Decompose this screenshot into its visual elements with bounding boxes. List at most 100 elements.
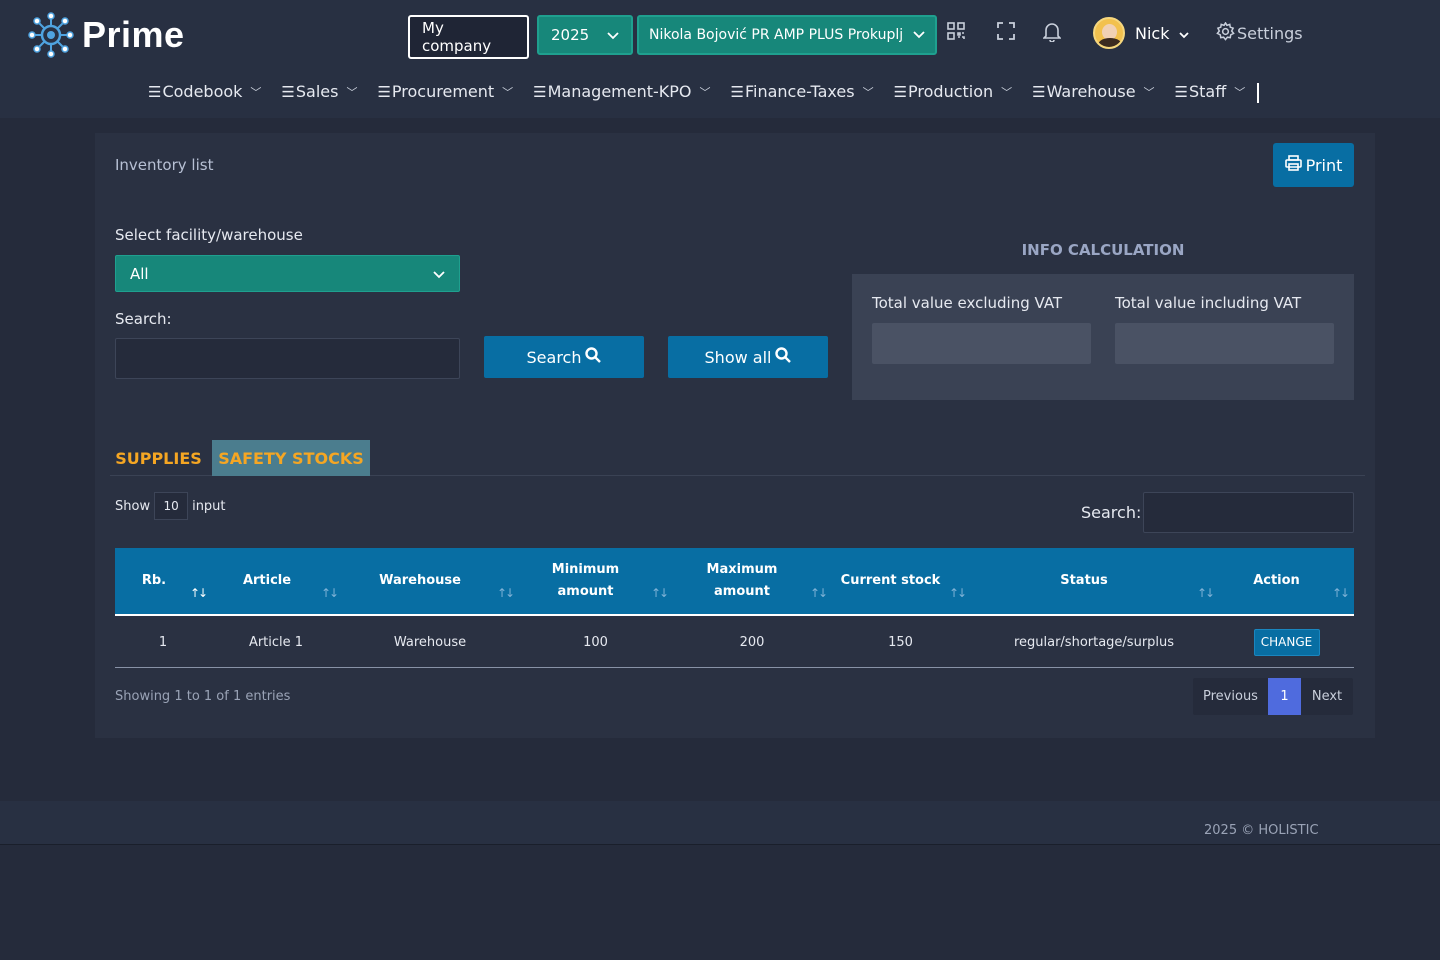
pagination-previous[interactable]: Previous xyxy=(1193,678,1268,715)
page-size-select[interactable]: 10 xyxy=(154,492,189,520)
sort-icon[interactable]: ↑↓ xyxy=(321,586,339,600)
menu-list-icon: ☰ xyxy=(730,82,744,101)
settings-link[interactable]: Settings xyxy=(1216,21,1303,45)
cell-minimum-amount: 100 xyxy=(583,634,608,650)
chevron-down-icon: ﹀ xyxy=(346,85,358,99)
sort-icon[interactable]: ↑↓ xyxy=(651,586,669,600)
cell-rb: 1 xyxy=(158,634,168,650)
print-button[interactable]: Print xyxy=(1273,143,1354,187)
bell-icon[interactable] xyxy=(1042,22,1062,47)
chevron-down-icon xyxy=(1179,24,1190,43)
sort-icon[interactable]: ↑↓ xyxy=(1332,586,1350,600)
menu-list-icon: ☰ xyxy=(1032,82,1046,101)
nav-item-warehouse[interactable]: ☰ Warehouse ﹀ xyxy=(1032,80,1154,103)
nav-item-management-kpo[interactable]: ☰ Management-KPO ﹀ xyxy=(533,80,710,103)
chevron-down-icon xyxy=(433,265,445,283)
copyright: 2025 © HOLISTIC xyxy=(1204,823,1319,838)
top-bar: Prime My company 2025 Nikola Bojović PR … xyxy=(0,0,1440,118)
nav-item-codebook[interactable]: ☰ Codebook ﹀ xyxy=(148,80,261,103)
info-body: Total value excluding VAT Total value in… xyxy=(852,274,1354,400)
show-all-button[interactable]: Show all xyxy=(668,336,828,378)
printer-icon xyxy=(1284,155,1302,175)
nav-item-sales[interactable]: ☰ Sales ﹀ xyxy=(281,80,357,103)
my-company-button[interactable]: My company xyxy=(408,15,529,59)
nav-label: Management-KPO xyxy=(547,82,692,101)
column-header-line: amount xyxy=(714,584,770,599)
nav-label: Procurement xyxy=(391,82,495,101)
fullscreen-icon[interactable] xyxy=(997,22,1015,45)
nav-item-production[interactable]: ☰ Production ﹀ xyxy=(894,80,1013,103)
tab-supplies[interactable]: SUPPLIES xyxy=(110,440,207,476)
pagination: Previous 1 Next xyxy=(1193,678,1353,715)
menu-list-icon: ☰ xyxy=(377,82,391,101)
input-label: input xyxy=(192,498,226,514)
show-all-label: Show all xyxy=(704,347,772,367)
menu-list-icon: ☰ xyxy=(281,82,295,101)
year-select[interactable]: 2025 xyxy=(537,15,633,55)
footer: 2025 © HOLISTIC xyxy=(0,801,1440,845)
search-input[interactable] xyxy=(115,338,460,379)
search-button[interactable]: Search xyxy=(484,336,644,378)
change-button[interactable]: CHANGE xyxy=(1253,628,1320,656)
brand-name: Prime xyxy=(82,14,185,55)
nav-divider xyxy=(1257,83,1260,103)
sort-icon[interactable]: ↑↓ xyxy=(949,586,967,600)
total-excl-vat-field xyxy=(872,323,1091,364)
nav-item-procurement[interactable]: ☰ Procurement ﹀ xyxy=(377,80,513,103)
page-size-control: Show 10 input xyxy=(115,492,226,520)
logo-icon xyxy=(28,12,74,58)
table-search-label: Search: xyxy=(1081,503,1142,522)
user-name: Nick xyxy=(1135,23,1170,43)
column-header-line: Minimum xyxy=(551,562,620,577)
year-value: 2025 xyxy=(551,26,590,44)
tab-safety-stocks[interactable]: SAFETY STOCKS xyxy=(212,440,370,476)
search-label: Search: xyxy=(115,310,172,328)
chevron-down-icon xyxy=(607,26,619,44)
table-header: Rb. ↑↓ Article ↑↓ Warehouse ↑↓ Minimum a… xyxy=(115,548,1354,616)
table-search-input[interactable] xyxy=(1143,492,1354,533)
info-title: INFO CALCULATION xyxy=(852,225,1354,274)
table-row: 1 Article 1 Warehouse 100 200 150 regula… xyxy=(115,616,1354,668)
pagination-page[interactable]: 1 xyxy=(1268,678,1301,715)
qr-code-icon[interactable] xyxy=(947,22,965,45)
nav-item-finance-taxes[interactable]: ☰ Finance-Taxes ﹀ xyxy=(731,80,874,103)
column-header-warehouse[interactable]: Warehouse xyxy=(341,548,499,614)
cell-article: Article 1 xyxy=(248,634,304,650)
menu-list-icon: ☰ xyxy=(893,82,908,101)
firm-value: Nikola Bojović PR AMP PLUS Prokuplj xyxy=(649,27,904,43)
page-title: Inventory list xyxy=(115,156,214,174)
pagination-next[interactable]: Next xyxy=(1301,678,1353,715)
print-label: Print xyxy=(1305,155,1343,175)
total-incl-vat-field xyxy=(1115,323,1334,364)
menu-list-icon: ☰ xyxy=(148,82,162,101)
chevron-down-icon: ﹀ xyxy=(250,85,262,99)
show-label: Show xyxy=(115,498,151,514)
inventory-card: Inventory list Print Select facility/war… xyxy=(95,133,1375,738)
column-header-maximum-amount[interactable]: Maximum amount xyxy=(672,548,812,614)
user-menu[interactable]: Nick xyxy=(1093,17,1190,49)
cell-current-stock: 150 xyxy=(888,634,913,650)
column-header-line: amount xyxy=(557,584,614,599)
cell-action: CHANGE xyxy=(1219,616,1354,668)
cell-maximum-amount: 200 xyxy=(739,634,765,650)
safety-stocks-table: Rb. ↑↓ Article ↑↓ Warehouse ↑↓ Minimum a… xyxy=(115,548,1354,668)
nav-label: Warehouse xyxy=(1046,82,1136,101)
column-header-minimum-amount[interactable]: Minimum amount xyxy=(499,548,672,614)
column-header-rb[interactable]: Rb. xyxy=(115,548,193,614)
menu-list-icon: ☰ xyxy=(1174,82,1188,101)
avatar xyxy=(1093,17,1125,49)
firm-select[interactable]: Nikola Bojović PR AMP PLUS Prokuplj xyxy=(637,15,937,55)
total-excl-vat-label: Total value excluding VAT xyxy=(872,294,1063,312)
chevron-down-icon: ﹀ xyxy=(699,85,711,99)
column-header-current-stock[interactable]: Current stock xyxy=(812,548,969,614)
nav-item-staff[interactable]: ☰ Staff ﹀ xyxy=(1175,80,1246,103)
column-header-status[interactable]: Status xyxy=(969,548,1199,614)
column-header-action[interactable]: Action xyxy=(1199,548,1354,614)
chevron-down-icon: ﹀ xyxy=(862,85,874,99)
logo[interactable]: Prime xyxy=(28,12,185,58)
search-button-label: Search xyxy=(526,347,582,367)
chevron-down-icon: ﹀ xyxy=(1143,85,1155,99)
facility-select[interactable]: All xyxy=(115,255,460,292)
column-header-article[interactable]: Article xyxy=(193,548,341,614)
chevron-down-icon: ﹀ xyxy=(1001,85,1013,99)
